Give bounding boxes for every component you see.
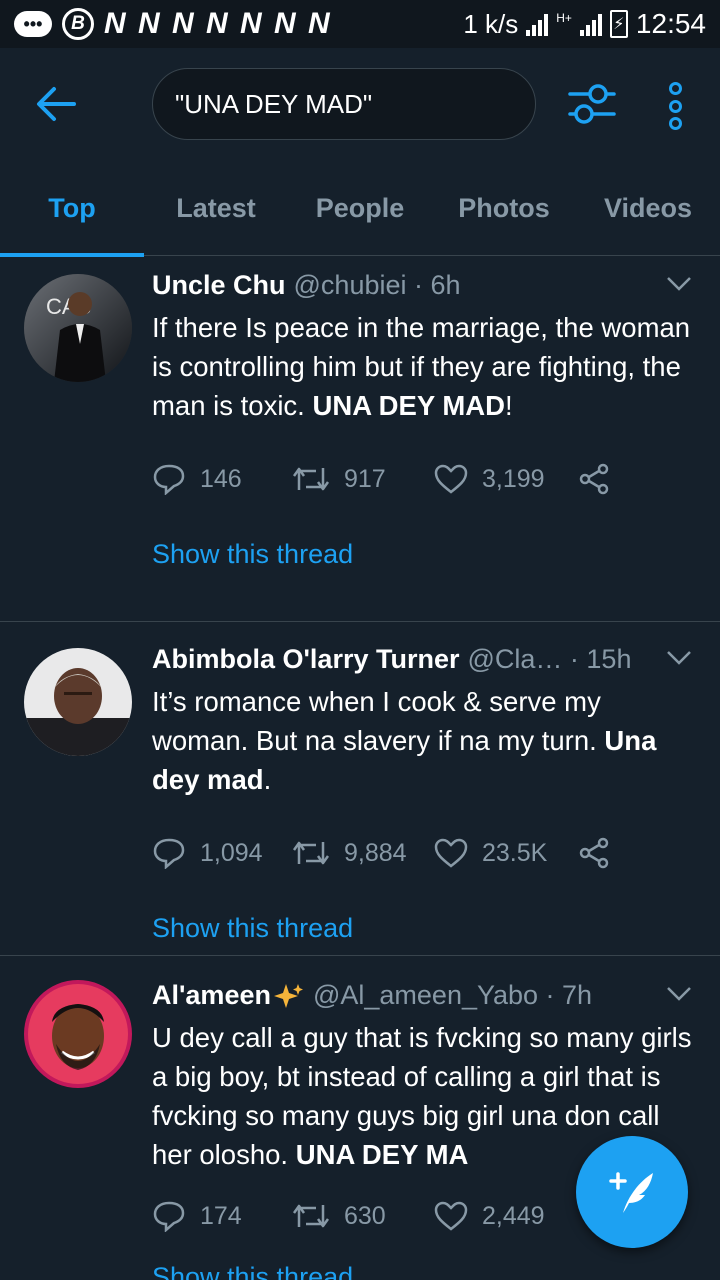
author-handle[interactable]: @Al_ameen_Yabo <box>313 980 538 1011</box>
separator-dot: · <box>406 270 431 300</box>
speech-bubble-icon <box>153 1201 185 1232</box>
back-button[interactable] <box>36 86 76 122</box>
like-count: 3,199 <box>482 464 545 493</box>
tweet-text: If there Is peace in the marriage, the w… <box>152 308 700 425</box>
tab-latest[interactable]: Latest <box>144 160 288 256</box>
retweet-icon <box>292 841 330 865</box>
avatar-image <box>24 648 132 756</box>
arrow-left-icon <box>37 87 76 121</box>
retweet-icon <box>292 467 330 491</box>
ellipsis-dot <box>668 99 682 113</box>
n-notification-icons: N N N N N N N <box>104 7 332 40</box>
heart-icon <box>434 1201 468 1231</box>
compose-tweet-button[interactable] <box>576 1136 688 1248</box>
share-button[interactable] <box>578 463 610 495</box>
reply-button[interactable]: 146 <box>152 463 292 495</box>
search-query: "UNA DEY MAD" <box>175 88 373 119</box>
sliders-icon <box>568 84 616 124</box>
chevron-down-icon[interactable] <box>666 986 692 1002</box>
author-handle[interactable]: @Cla… <box>467 644 562 675</box>
tweet-actions: 1,094 9,884 23.5K <box>152 833 700 873</box>
tab-people[interactable]: People <box>288 160 432 256</box>
retweet-button[interactable]: 9,884 <box>292 838 434 868</box>
like-count: 2,449 <box>482 1201 545 1230</box>
clock: 12:54 <box>635 8 706 39</box>
ellipsis-dot <box>668 117 682 130</box>
chevron-down-icon[interactable] <box>666 650 692 666</box>
signal-icon-2 <box>579 12 602 36</box>
heart-icon <box>434 464 468 494</box>
tweet-header: Abimbola O'larry Turner @Cla… · 15h <box>152 644 700 678</box>
reply-count: 1,094 <box>200 838 263 867</box>
tab-top[interactable]: Top <box>0 160 144 257</box>
vertical-ellipsis-icon <box>668 82 682 95</box>
avatar-image: CAS <box>24 274 132 382</box>
show-thread-link[interactable]: Show this thread <box>152 913 700 944</box>
retweet-count: 630 <box>344 1201 386 1230</box>
reply-button[interactable]: 174 <box>152 1200 292 1232</box>
tweet-actions: 146 917 3,199 <box>152 459 700 499</box>
b-notification-icon: B <box>62 8 94 40</box>
like-button[interactable]: 2,449 <box>434 1201 578 1231</box>
battery-charging-icon: ⚡ <box>609 10 628 38</box>
tweet-text-part: It’s romance when I cook & serve my woma… <box>152 686 605 756</box>
highlighted-query: UNA DEY MAD <box>312 390 505 421</box>
tab-photos[interactable]: Photos <box>432 160 576 256</box>
highlighted-query: UNA DEY MA <box>295 1139 469 1170</box>
search-filter-button[interactable] <box>568 82 616 126</box>
more-options-button[interactable] <box>660 82 690 130</box>
separator-dot: · <box>538 980 563 1010</box>
avatar-image <box>24 980 132 1088</box>
tweet-header: Uncle Chu @chubiei · 6h <box>152 270 700 304</box>
reply-count: 174 <box>200 1201 242 1230</box>
author-handle[interactable]: @chubiei <box>294 270 407 301</box>
retweet-count: 9,884 <box>344 838 407 867</box>
network-speed: 1 k/s <box>463 8 519 39</box>
speech-bubble-icon <box>153 464 185 495</box>
show-thread-link[interactable]: Show this thread <box>152 1262 700 1280</box>
share-icon <box>579 837 609 869</box>
author-name[interactable]: Uncle Chu <box>152 270 286 301</box>
feather-plus-icon <box>609 1172 653 1213</box>
status-bar: ••• B N N N N N N N 1 k/s H+ ⚡ 12:54 <box>0 0 720 48</box>
like-button[interactable]: 23.5K <box>434 838 578 868</box>
search-input[interactable]: "UNA DEY MAD" <box>152 68 536 140</box>
search-tabs: Top Latest People Photos Videos <box>0 160 720 257</box>
avatar[interactable]: CAS <box>24 274 132 382</box>
author-name[interactable]: Al'ameen <box>152 980 271 1011</box>
show-thread-link[interactable]: Show this thread <box>152 539 700 570</box>
like-button[interactable]: 3,199 <box>434 464 578 494</box>
tweet-text-end: ! <box>504 390 513 421</box>
speech-bubble-icon <box>153 838 185 869</box>
tweet[interactable]: Abimbola O'larry Turner @Cla… · 15h It’s… <box>0 622 720 956</box>
chat-notification-icon: ••• <box>14 11 52 37</box>
reply-count: 146 <box>200 464 242 493</box>
tweet-text: It’s romance when I cook & serve my woma… <box>152 682 700 799</box>
tweet-text-end: . <box>263 764 272 795</box>
tweet[interactable]: CAS Uncle Chu @chubiei · 6h If there Is … <box>0 256 720 622</box>
tweet-header: Al'ameen @Al_ameen_Yabo · 7h <box>152 980 700 1014</box>
retweet-button[interactable]: 630 <box>292 1201 434 1231</box>
retweet-button[interactable]: 917 <box>292 464 434 494</box>
chevron-down-icon[interactable] <box>666 276 692 292</box>
retweet-count: 917 <box>344 464 386 493</box>
author-name[interactable]: Abimbola O'larry Turner <box>152 644 459 675</box>
separator-dot: · <box>562 644 587 674</box>
share-icon <box>579 463 609 495</box>
avatar[interactable] <box>24 648 132 756</box>
signal-icon <box>526 12 549 36</box>
sparkles-icon <box>273 984 303 1008</box>
network-type: H+ <box>556 11 572 25</box>
tweet-time: 15h <box>586 644 632 674</box>
share-button[interactable] <box>578 837 610 869</box>
tweet-time: 7h <box>562 980 593 1010</box>
like-count: 23.5K <box>482 838 548 867</box>
tab-videos[interactable]: Videos <box>576 160 720 256</box>
tweet-time: 6h <box>430 270 461 300</box>
search-header: "UNA DEY MAD" <box>0 48 720 160</box>
heart-icon <box>434 838 468 868</box>
retweet-icon <box>292 1204 330 1228</box>
reply-button[interactable]: 1,094 <box>152 837 292 869</box>
avatar[interactable] <box>24 980 132 1088</box>
